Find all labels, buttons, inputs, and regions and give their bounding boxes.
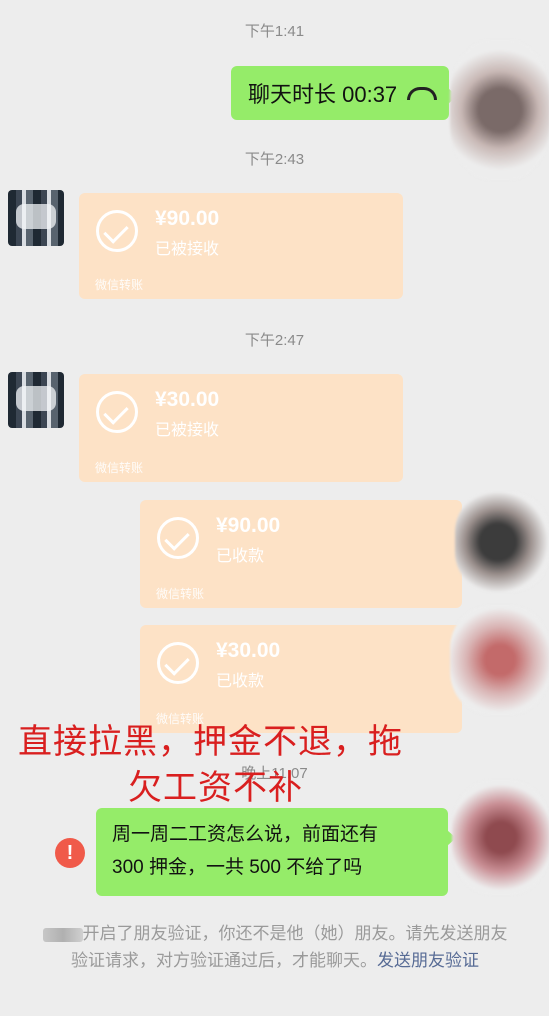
friend-verification-notice: 开启了朋友验证，你还不是他（她）朋友。请先发送朋友验证请求，对方验证通过后，才能… — [40, 920, 510, 974]
avatar[interactable] — [8, 190, 64, 246]
message-line: 300 押金，一共 500 不给了吗 — [112, 857, 363, 878]
timestamp: 下午2:47 — [244, 332, 305, 349]
transfer-status: 已收款 — [216, 673, 265, 690]
timestamp: 下午1:41 — [244, 23, 305, 40]
avatar[interactable] — [8, 372, 64, 428]
transfer-card[interactable]: ¥90.00 已收款 微信转账 — [140, 500, 462, 608]
call-duration-bubble[interactable]: 聊天时长 00:37 — [231, 66, 457, 120]
check-circle-icon — [157, 642, 199, 684]
transfer-footer: 微信转账 — [95, 461, 144, 475]
send-verification-link[interactable]: 发送朋友验证 — [377, 951, 479, 970]
check-circle-icon — [96, 391, 138, 433]
send-failed-icon[interactable]: ! — [55, 838, 85, 868]
check-circle-icon — [96, 210, 138, 252]
overlay-caption-line2: 欠工资不补 — [128, 768, 303, 808]
transfer-amount: ¥90.00 — [155, 207, 220, 230]
transfer-card[interactable]: ¥90.00 已被接收 微信转账 — [79, 193, 403, 299]
scribble-redaction — [452, 780, 549, 895]
message-bubble[interactable]: 周一周二工资怎么说，前面还有 300 押金，一共 500 不给了吗 — [96, 808, 456, 896]
overlay-caption-line1: 直接拉黑，押金不退，拖 — [18, 722, 403, 762]
transfer-footer: 微信转账 — [156, 587, 205, 601]
transfer-status: 已被接收 — [155, 241, 220, 258]
transfer-amount: ¥90.00 — [216, 514, 281, 537]
transfer-card[interactable]: ¥30.00 已收款 微信转账 — [140, 625, 462, 733]
transfer-status: 已收款 — [216, 548, 265, 565]
transfer-status: 已被接收 — [155, 422, 220, 439]
call-duration-label: 聊天时长 00:37 — [248, 82, 398, 107]
scribble-redaction — [450, 605, 549, 715]
transfer-amount: ¥30.00 — [216, 639, 281, 662]
transfer-amount: ¥30.00 — [155, 388, 220, 411]
transfer-footer: 微信转账 — [95, 278, 144, 292]
phone-hangup-icon — [407, 86, 438, 100]
blurred-name — [42, 927, 83, 942]
check-circle-icon — [157, 517, 199, 559]
message-line: 周一周二工资怎么说，前面还有 — [112, 824, 379, 845]
scribble-redaction — [455, 492, 549, 592]
timestamp: 下午2:43 — [244, 151, 305, 168]
transfer-card[interactable]: ¥30.00 已被接收 微信转账 — [79, 374, 403, 482]
